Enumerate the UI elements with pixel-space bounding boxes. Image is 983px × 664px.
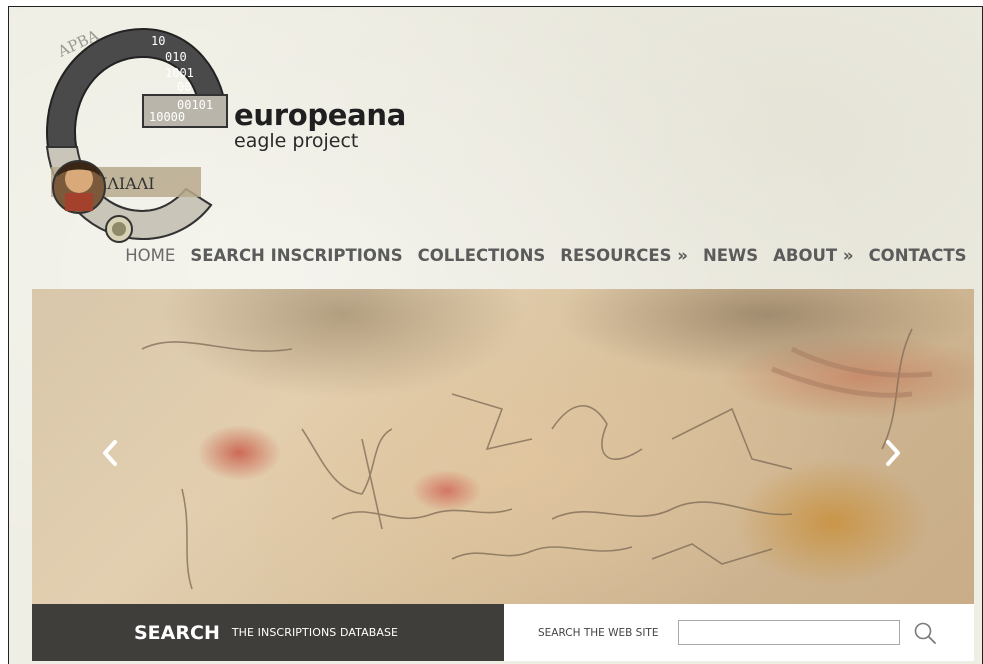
image-slider <box>32 289 974 604</box>
europeana-eagle-logo[interactable]: ΙΛΙΑΛΙ ΑΡΒΑ 10 010 1001 00 00101 10000 <box>31 17 231 257</box>
site-search-button[interactable] <box>910 618 940 648</box>
nav-news[interactable]: NEWS <box>695 245 765 267</box>
chevron-left-icon <box>103 440 117 466</box>
logo-digits-1: 10 <box>151 34 165 48</box>
logo-digits-6: 10000 <box>149 110 185 124</box>
brand-subtitle: eagle project <box>234 130 359 152</box>
main-nav: HOME SEARCH INSCRIPTIONS COLLECTIONS RES… <box>118 245 974 267</box>
logo-graphic: ΙΛΙΑΛΙ ΑΡΒΑ 10 010 1001 00 00101 10000 <box>45 26 229 243</box>
nav-resources[interactable]: RESOURCES » <box>553 245 696 267</box>
nav-collections[interactable]: COLLECTIONS <box>410 245 553 267</box>
slider-prev-button[interactable] <box>96 439 124 467</box>
logo-digits-3: 1001 <box>165 66 194 80</box>
nav-about[interactable]: ABOUT » <box>766 245 861 267</box>
logo-digits-2: 010 <box>165 50 187 64</box>
logo-digits-4: 00 <box>177 80 191 94</box>
brand-name: europeana <box>234 98 407 132</box>
slide-inscription-image <box>141 328 933 590</box>
chevron-right-icon <box>886 440 900 466</box>
search-inscriptions-panel[interactable]: SEARCH THE INSCRIPTIONS DATABASE <box>32 604 504 661</box>
nav-search-inscriptions[interactable]: SEARCH INSCRIPTIONS <box>183 245 410 267</box>
brand-wordmark[interactable]: europeana eagle project <box>234 99 406 152</box>
page-frame: ΙΛΙΑΛΙ ΑΡΒΑ 10 010 1001 00 00101 10000 e… <box>8 6 983 664</box>
nav-home[interactable]: HOME <box>118 245 183 267</box>
search-icon <box>915 622 937 644</box>
search-inscriptions-subtitle: THE INSCRIPTIONS DATABASE <box>231 626 399 639</box>
site-search-label: SEARCH THE WEB SITE <box>538 626 659 639</box>
svg-text:ΙΛΙΑΛΙ: ΙΛΙΑΛΙ <box>101 174 155 193</box>
site-search-panel: SEARCH THE WEB SITE <box>504 604 974 661</box>
nav-contacts[interactable]: CONTACTS <box>861 245 974 267</box>
site-search-input[interactable] <box>678 620 901 645</box>
search-inscriptions-title: SEARCH <box>134 621 220 644</box>
search-bar: SEARCH THE INSCRIPTIONS DATABASE SEARCH … <box>32 604 974 661</box>
slider-next-button[interactable] <box>879 439 907 467</box>
